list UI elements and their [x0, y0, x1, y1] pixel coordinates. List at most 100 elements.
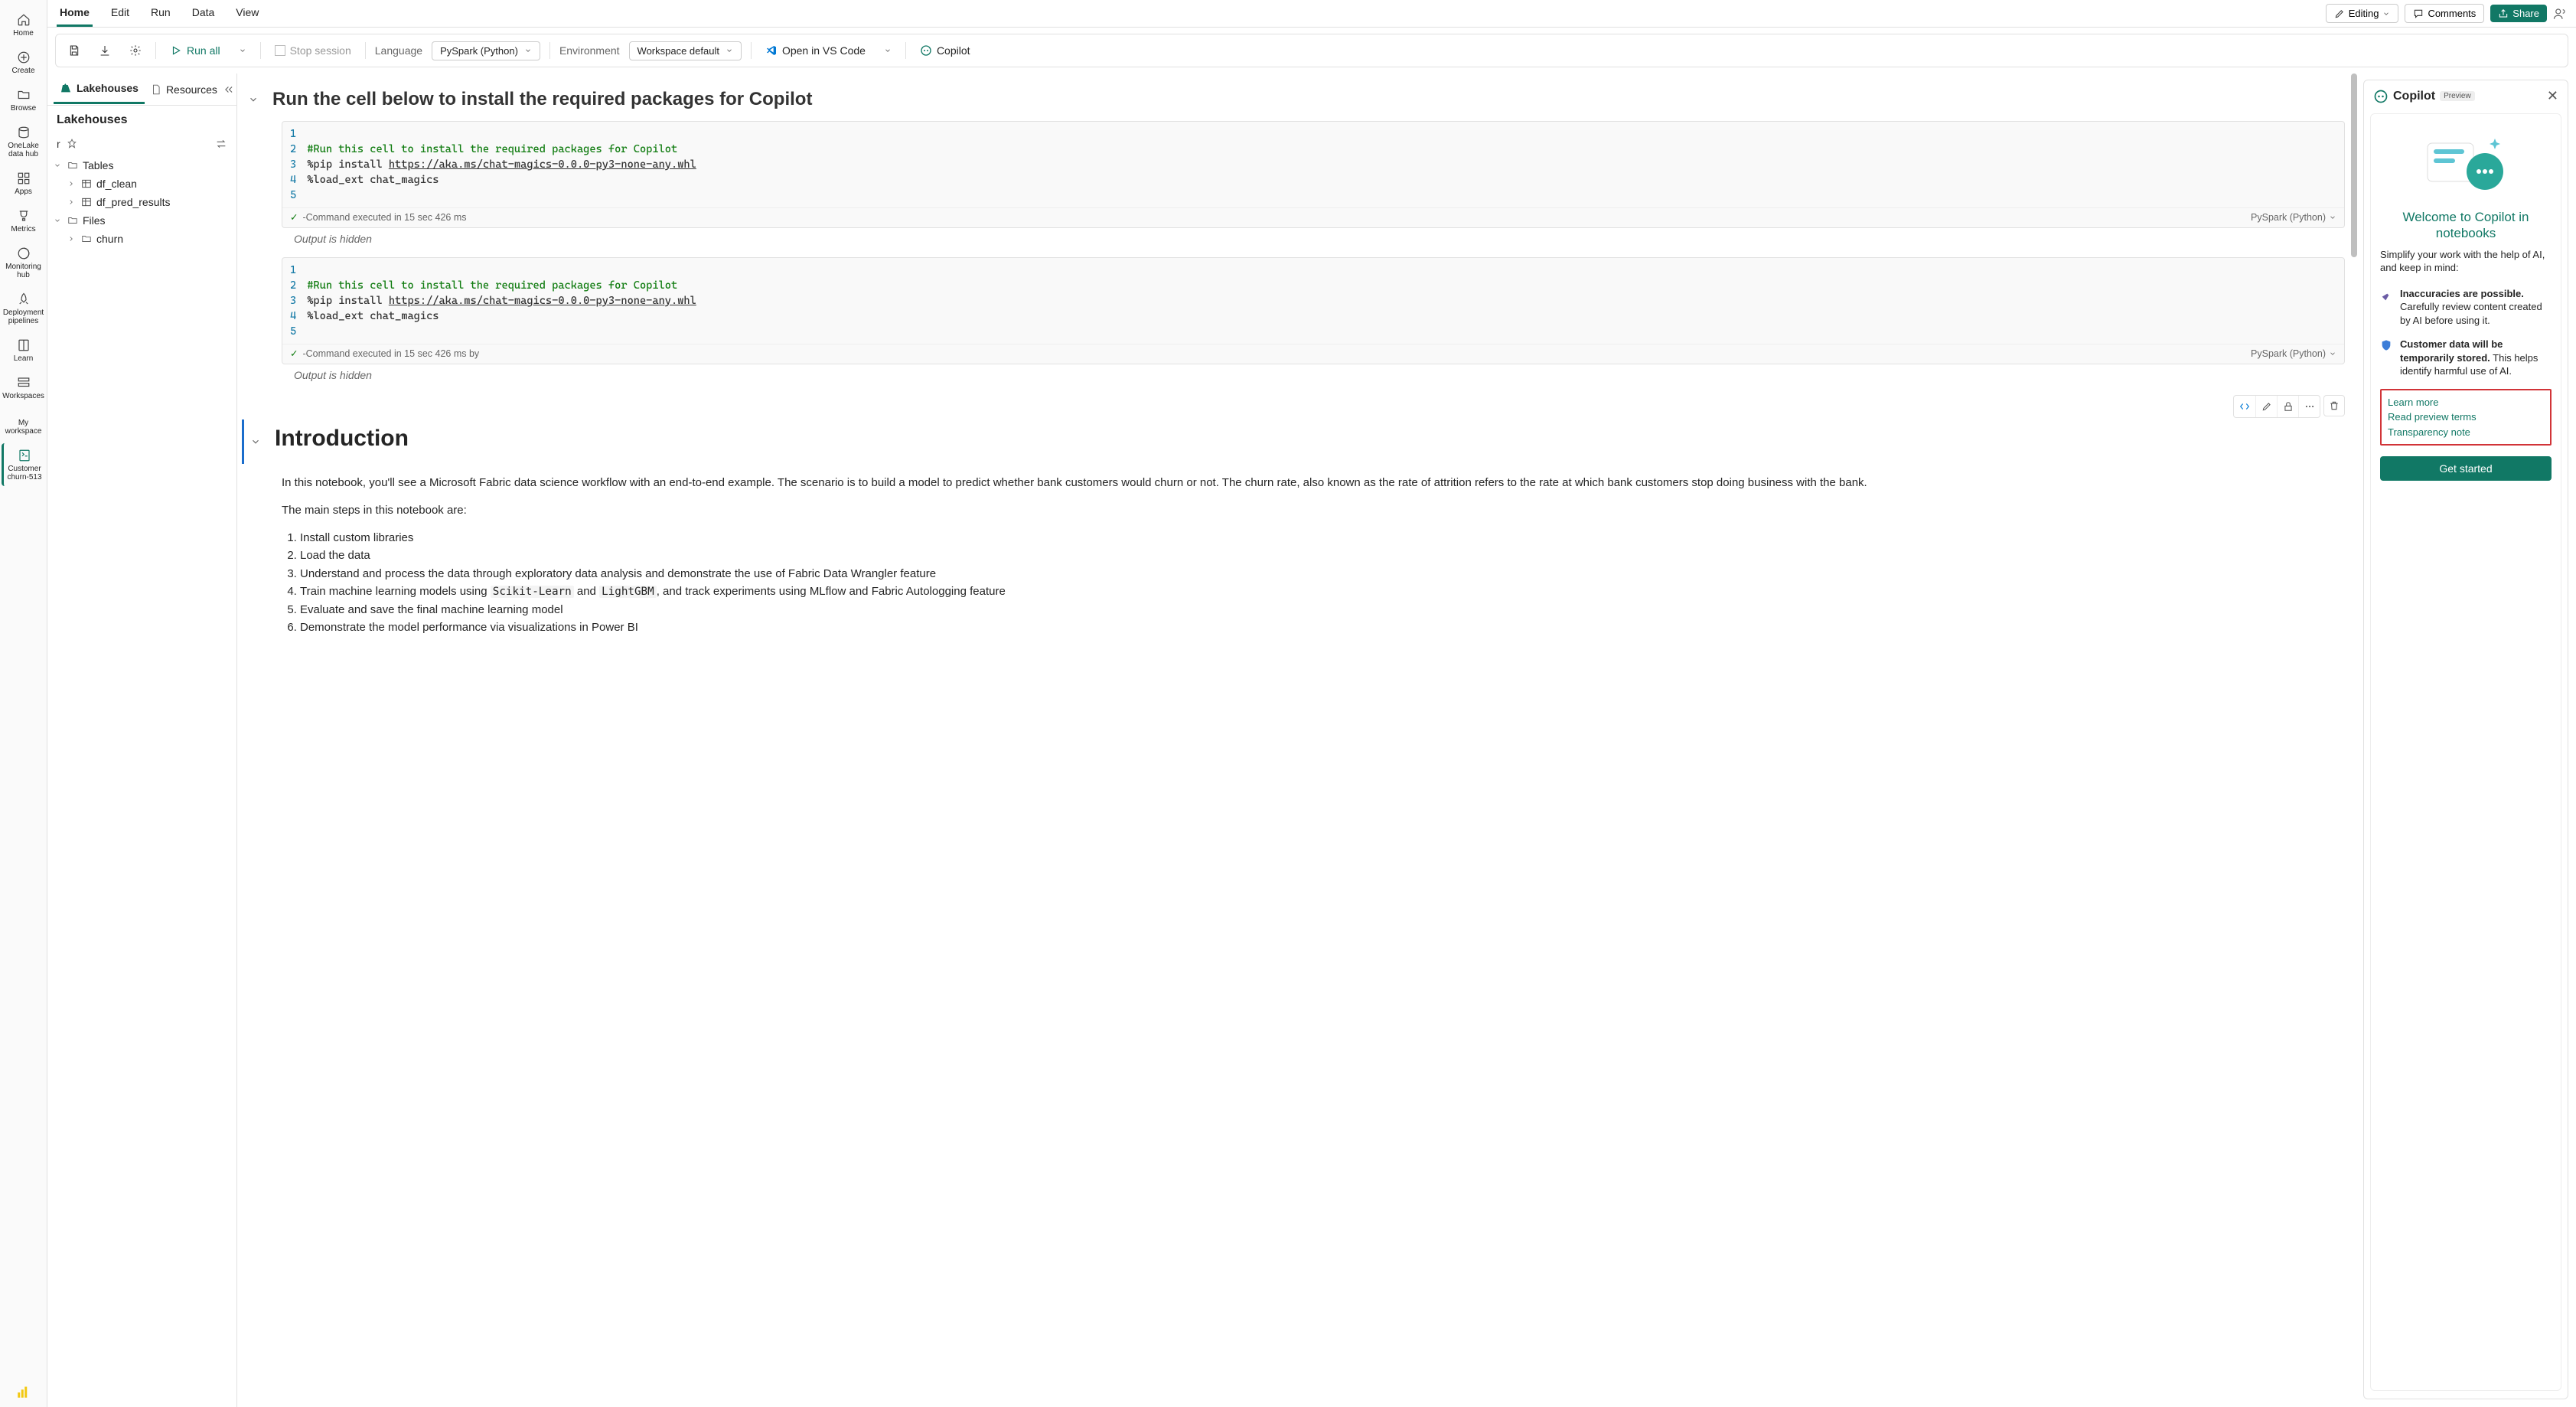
save-button[interactable]: [64, 41, 85, 60]
copilot-icon: [2373, 89, 2389, 104]
copilot-button[interactable]: Copilot: [915, 41, 975, 60]
telescope-icon: [2380, 289, 2392, 328]
code-toggle-button[interactable]: [2234, 396, 2255, 417]
download-button[interactable]: [94, 41, 116, 60]
open-vscode-button[interactable]: Open in VS Code: [761, 41, 870, 60]
folder-icon: [81, 233, 92, 244]
tree-tables[interactable]: Tables: [51, 156, 233, 175]
stop-label: Stop session: [290, 44, 351, 57]
more-cell-button[interactable]: [2298, 396, 2320, 417]
rail-learn[interactable]: Learn: [2, 333, 46, 367]
save-icon: [68, 44, 80, 57]
environment-dropdown[interactable]: Workspace default: [629, 41, 742, 60]
gear-icon: [129, 44, 142, 57]
ribbon-tab-run[interactable]: Run: [148, 0, 174, 27]
share-button[interactable]: Share: [2490, 5, 2547, 22]
run-all-dropdown[interactable]: [234, 44, 251, 57]
code-cell[interactable]: 12345 #Run this cell to install the requ…: [282, 257, 2345, 364]
rail-monitoring[interactable]: Monitoring hub: [2, 241, 46, 284]
ribbon-tab-edit[interactable]: Edit: [108, 0, 132, 27]
vscode-label: Open in VS Code: [782, 44, 866, 57]
table-icon: [81, 178, 92, 189]
notebook-area[interactable]: Run the cell below to install the requir…: [237, 73, 2359, 1407]
transparency-link[interactable]: Transparency note: [2388, 425, 2544, 440]
intro-paragraph: In this notebook, you'll see a Microsoft…: [282, 475, 2345, 491]
ribbon-tab-home[interactable]: Home: [57, 0, 93, 27]
chevron-down-icon[interactable]: [2329, 350, 2336, 357]
get-started-button[interactable]: Get started: [2380, 456, 2552, 481]
preview-terms-link[interactable]: Read preview terms: [2388, 410, 2544, 425]
workspaces-icon: [16, 375, 31, 390]
chevron-down-icon: [54, 217, 63, 224]
scrollbar[interactable]: [2351, 73, 2357, 257]
close-icon[interactable]: ✕: [2547, 88, 2558, 104]
pin-icon[interactable]: [67, 139, 77, 149]
vscode-dropdown[interactable]: [879, 44, 896, 57]
rail-label: OneLake data hub: [5, 142, 43, 158]
learn-more-link[interactable]: Learn more: [2388, 395, 2544, 410]
chevron-down-icon: [54, 162, 63, 169]
copilot-notice: Customer data will be temporarily stored…: [2380, 338, 2552, 378]
editing-mode-dropdown[interactable]: Editing: [2326, 4, 2399, 23]
output-hidden-text: Output is hidden: [294, 233, 2345, 245]
lock-cell-button[interactable]: [2277, 396, 2298, 417]
line-gutter: 12345: [290, 128, 307, 204]
delete-cell-button[interactable]: [2323, 395, 2345, 416]
rail-onelake[interactable]: OneLake data hub: [2, 120, 46, 163]
folder-icon: [67, 215, 78, 226]
tree-label: churn: [96, 233, 123, 245]
rail-deployment[interactable]: Deployment pipelines: [2, 287, 46, 330]
rail-home[interactable]: Home: [2, 8, 46, 42]
tree-churn[interactable]: churn: [64, 230, 233, 248]
cell-language[interactable]: PySpark (Python): [2251, 348, 2326, 359]
tree-df-pred[interactable]: df_pred_results: [64, 193, 233, 211]
explorer-tab-resources[interactable]: Resources: [145, 76, 223, 103]
language-dropdown[interactable]: PySpark (Python): [432, 41, 540, 60]
environment-value: Workspace default: [637, 45, 719, 57]
run-all-button[interactable]: Run all: [165, 41, 225, 60]
run-all-label: Run all: [187, 44, 220, 57]
swap-icon[interactable]: [215, 138, 227, 150]
language-label: Language: [375, 44, 422, 57]
rail-my-workspace[interactable]: My workspace: [2, 414, 46, 440]
stop-session-button[interactable]: Stop session: [270, 41, 356, 60]
code-content[interactable]: #Run this cell to install the required p…: [307, 128, 2336, 204]
comments-button[interactable]: Comments: [2405, 4, 2484, 23]
comment-icon: [2413, 8, 2424, 19]
rail-customer-churn[interactable]: Customer churn-513: [2, 443, 46, 486]
list-item: Load the data: [300, 547, 2345, 565]
plus-circle-icon: [16, 50, 31, 65]
collapse-section-icon[interactable]: [248, 94, 262, 105]
tree-files[interactable]: Files: [51, 211, 233, 230]
tree-df-clean[interactable]: df_clean: [64, 175, 233, 193]
rail-metrics[interactable]: Metrics: [2, 204, 46, 238]
collapse-panel-icon[interactable]: [223, 84, 234, 95]
rail-browse[interactable]: Browse: [2, 83, 46, 117]
code-cell[interactable]: 12345 #Run this cell to install the requ…: [282, 121, 2345, 228]
cell-language[interactable]: PySpark (Python): [2251, 212, 2326, 223]
list-item: Demonstrate the model performance via vi…: [300, 619, 2345, 637]
explorer-tab-lakehouses[interactable]: Lakehouses: [54, 74, 145, 104]
ribbon-tab-data[interactable]: Data: [189, 0, 218, 27]
chevron-down-icon[interactable]: [2329, 214, 2336, 221]
intro-heading: Introduction: [275, 426, 409, 452]
tab-label: Resources: [166, 83, 217, 96]
rail-create[interactable]: Create: [2, 45, 46, 80]
check-icon: ✓: [290, 211, 298, 223]
code-content[interactable]: #Run this cell to install the required p…: [307, 264, 2336, 341]
copilot-panel: Copilot Preview ✕: [2363, 80, 2568, 1399]
copilot-hero-illustration: [2380, 129, 2552, 198]
rail-workspaces[interactable]: Workspaces: [2, 371, 46, 405]
rail-label: Workspaces: [2, 392, 44, 400]
people-icon[interactable]: [2553, 7, 2567, 21]
cell-status: ✓ -Command executed in 15 sec 426 ms PyS…: [282, 207, 2344, 227]
intro-steps-list: Install custom libraries Load the data U…: [300, 530, 2345, 637]
edit-cell-button[interactable]: [2255, 396, 2277, 417]
settings-button[interactable]: [125, 41, 146, 60]
ribbon-tab-view[interactable]: View: [233, 0, 262, 27]
rail-label: Monitoring hub: [5, 263, 43, 279]
intro-paragraph: The main steps in this notebook are:: [282, 502, 2345, 519]
collapse-section-icon[interactable]: [250, 436, 264, 447]
powerbi-icon[interactable]: [16, 1386, 31, 1401]
rail-apps[interactable]: Apps: [2, 166, 46, 201]
